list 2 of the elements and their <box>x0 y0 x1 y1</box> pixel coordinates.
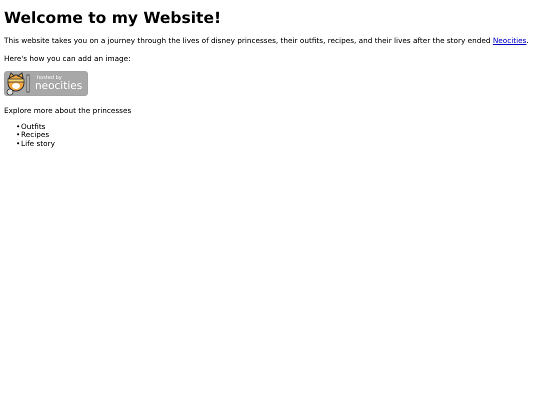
page-heading: Welcome to my Website! <box>4 8 222 27</box>
badge-wordmark: neocities <box>35 80 82 92</box>
